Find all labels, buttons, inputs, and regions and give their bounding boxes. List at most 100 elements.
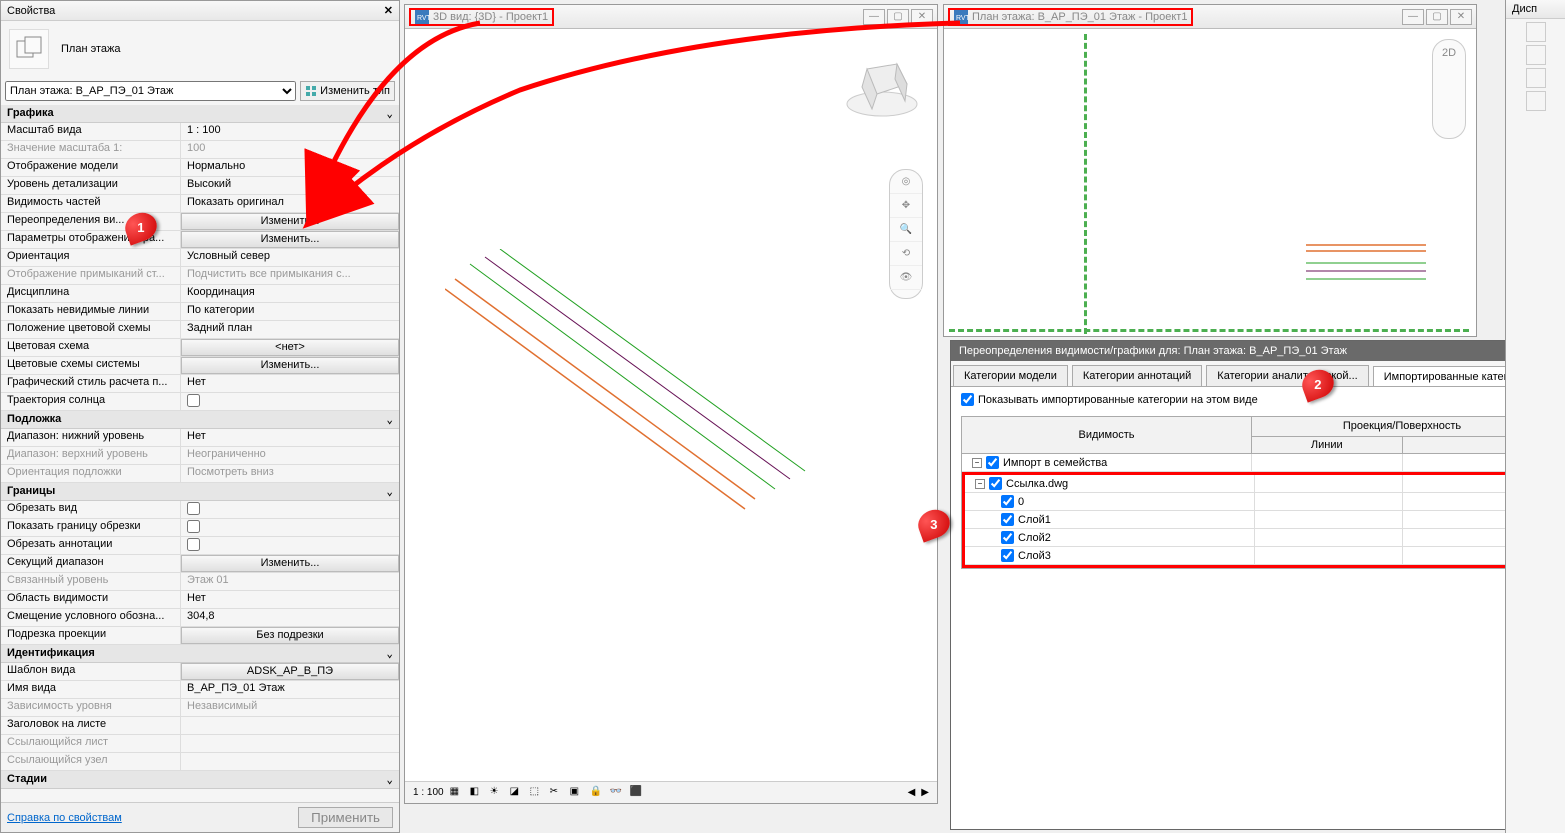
browser-icon[interactable] — [1526, 68, 1546, 88]
property-row[interactable]: Связанный уровеньЭтаж 01 — [1, 573, 399, 591]
temp-hide-icon[interactable]: 👓 — [610, 786, 624, 800]
property-row[interactable]: Масштаб вида1 : 100 — [1, 123, 399, 141]
nav-pan-icon[interactable]: ✥ — [890, 194, 922, 218]
property-row[interactable]: Параметры отображения гра...Изменить... — [1, 231, 399, 249]
show-imported-checkbox[interactable] — [961, 393, 974, 406]
close-button[interactable]: ✕ — [911, 9, 933, 25]
property-value[interactable]: Нет — [181, 429, 399, 446]
vg-tree-child[interactable]: Слой3 — [965, 547, 1550, 565]
vg-tree-child[interactable]: Слой2 — [965, 529, 1550, 547]
property-row[interactable]: Отображение примыканий ст...Подчистить в… — [1, 267, 399, 285]
close-button[interactable]: ✕ — [1450, 9, 1472, 25]
property-row[interactable]: Зависимость уровняНезависимый — [1, 699, 399, 717]
scroll-right-icon[interactable]: ▶ — [921, 787, 929, 798]
property-value[interactable]: Высокий — [181, 177, 399, 194]
property-row[interactable]: Обрезать аннотации — [1, 537, 399, 555]
property-row[interactable]: Диапазон: верхний уровеньНеограниченно — [1, 447, 399, 465]
property-value-button[interactable]: ADSK_АР_В_ПЭ — [181, 663, 399, 680]
vg-tree-child[interactable]: Слой1 — [965, 511, 1550, 529]
property-value[interactable]: Нет — [181, 591, 399, 608]
crop-icon[interactable]: ✂ — [550, 786, 564, 800]
property-checkbox[interactable] — [187, 520, 200, 533]
property-checkbox[interactable] — [187, 538, 200, 551]
property-row[interactable]: Смещение условного обозна...304,8 — [1, 609, 399, 627]
property-row[interactable]: Диапазон: нижний уровеньНет — [1, 429, 399, 447]
vg-row-checkbox[interactable] — [1001, 495, 1014, 508]
property-value[interactable]: Посмотреть вниз — [181, 465, 399, 482]
property-row[interactable]: Уровень детализацииВысокий — [1, 177, 399, 195]
browser-icon[interactable] — [1526, 22, 1546, 42]
minimize-button[interactable]: — — [1402, 9, 1424, 25]
browser-icon[interactable] — [1526, 45, 1546, 65]
property-value[interactable]: Нет — [181, 375, 399, 392]
property-value[interactable]: Подчистить все примыкания с... — [181, 267, 399, 284]
nav-2d-icon[interactable]: 2D — [1433, 40, 1465, 66]
detail-level-icon[interactable]: ▦ — [450, 786, 464, 800]
browser-icon[interactable] — [1526, 91, 1546, 111]
property-value[interactable]: 1 : 100 — [181, 123, 399, 140]
vg-tab[interactable]: Категории аннотаций — [1072, 365, 1202, 386]
property-value[interactable]: По категории — [181, 303, 399, 320]
property-value[interactable]: Независимый — [181, 699, 399, 716]
property-value[interactable]: Задний план — [181, 321, 399, 338]
property-value-button[interactable]: <нет> — [181, 339, 399, 356]
property-value[interactable]: 100 — [181, 141, 399, 158]
property-group-header[interactable]: Стадии⌄ — [1, 771, 399, 789]
property-value[interactable]: Условный север — [181, 249, 399, 266]
property-row[interactable]: Ссылающийся лист — [1, 735, 399, 753]
rendering-icon[interactable]: ⬚ — [530, 786, 544, 800]
vg-row-checkbox[interactable] — [1001, 513, 1014, 526]
apply-button[interactable]: Применить — [298, 807, 393, 828]
property-value[interactable]: Этаж 01 — [181, 573, 399, 590]
property-row[interactable]: Переопределения ви...Изменить... — [1, 213, 399, 231]
edit-type-button[interactable]: Изменить тип — [300, 81, 395, 101]
view-3d-canvas[interactable]: ◎ ✥ 🔍 ⟲ 👁 1 : 100 ▦ ◧ ☀ ◪ ⬚ ✂ ▣ 🔒 👓 ⬛ ◀ — [405, 29, 937, 803]
scroll-left-icon[interactable]: ◀ — [908, 787, 916, 798]
property-group-header[interactable]: Графика⌄ — [1, 105, 399, 123]
property-row[interactable]: Шаблон видаADSK_АР_В_ПЭ — [1, 663, 399, 681]
property-row[interactable]: Значение масштаба 1:100 — [1, 141, 399, 159]
property-value[interactable] — [181, 735, 399, 752]
nav-zoom-icon[interactable]: 🔍 — [890, 218, 922, 242]
property-row[interactable]: Отображение моделиНормально — [1, 159, 399, 177]
visual-style-icon[interactable]: ◧ — [470, 786, 484, 800]
type-selector[interactable]: План этажа: B_АР_ПЭ_01 Этаж — [5, 81, 296, 101]
vg-row-checkbox[interactable] — [989, 477, 1002, 490]
property-value-button[interactable]: Изменить... — [181, 213, 399, 230]
property-row[interactable]: Область видимостиНет — [1, 591, 399, 609]
vg-tab[interactable]: Категории модели — [953, 365, 1068, 386]
property-value[interactable] — [181, 501, 399, 518]
nav-bar-plan[interactable]: 2D — [1432, 39, 1466, 139]
vg-row-checkbox[interactable] — [1001, 549, 1014, 562]
property-value-button[interactable]: Без подрезки — [181, 627, 399, 644]
vg-tree-root[interactable]: − Ссылка.dwg — [965, 475, 1550, 493]
property-value[interactable] — [181, 393, 399, 410]
property-value[interactable] — [181, 717, 399, 734]
property-row[interactable]: Цветовые схемы системыИзменить... — [1, 357, 399, 375]
nav-wheel-icon[interactable]: ◎ — [890, 170, 922, 194]
property-value[interactable]: Показать оригинал — [181, 195, 399, 212]
property-checkbox[interactable] — [187, 502, 200, 515]
property-row[interactable]: Графический стиль расчета п...Нет — [1, 375, 399, 393]
scale-label[interactable]: 1 : 100 — [413, 787, 444, 798]
property-value[interactable] — [181, 537, 399, 554]
property-row[interactable]: Ориентация подложкиПосмотреть вниз — [1, 465, 399, 483]
minimize-button[interactable]: — — [863, 9, 885, 25]
property-row[interactable]: ДисциплинаКоординация — [1, 285, 399, 303]
property-row[interactable]: Заголовок на листе — [1, 717, 399, 735]
property-row[interactable]: Цветовая схема<нет> — [1, 339, 399, 357]
lock-icon[interactable]: 🔒 — [590, 786, 604, 800]
property-row[interactable]: Обрезать вид — [1, 501, 399, 519]
property-row[interactable]: Имя видаB_АР_ПЭ_01 Этаж — [1, 681, 399, 699]
sun-path-icon[interactable]: ☀ — [490, 786, 504, 800]
property-group-header[interactable]: Идентификация⌄ — [1, 645, 399, 663]
property-value-button[interactable]: Изменить... — [181, 231, 399, 248]
shadows-icon[interactable]: ◪ — [510, 786, 524, 800]
view-plan-canvas[interactable]: 2D — [944, 29, 1476, 336]
maximize-button[interactable]: ▢ — [887, 9, 909, 25]
maximize-button[interactable]: ▢ — [1426, 9, 1448, 25]
property-value-button[interactable]: Изменить... — [181, 555, 399, 572]
vg-row[interactable]: − Импорт в семейства — [962, 454, 1553, 472]
property-row[interactable]: Показать невидимые линииПо категории — [1, 303, 399, 321]
vg-tab[interactable]: Категории аналитической... — [1206, 365, 1368, 386]
